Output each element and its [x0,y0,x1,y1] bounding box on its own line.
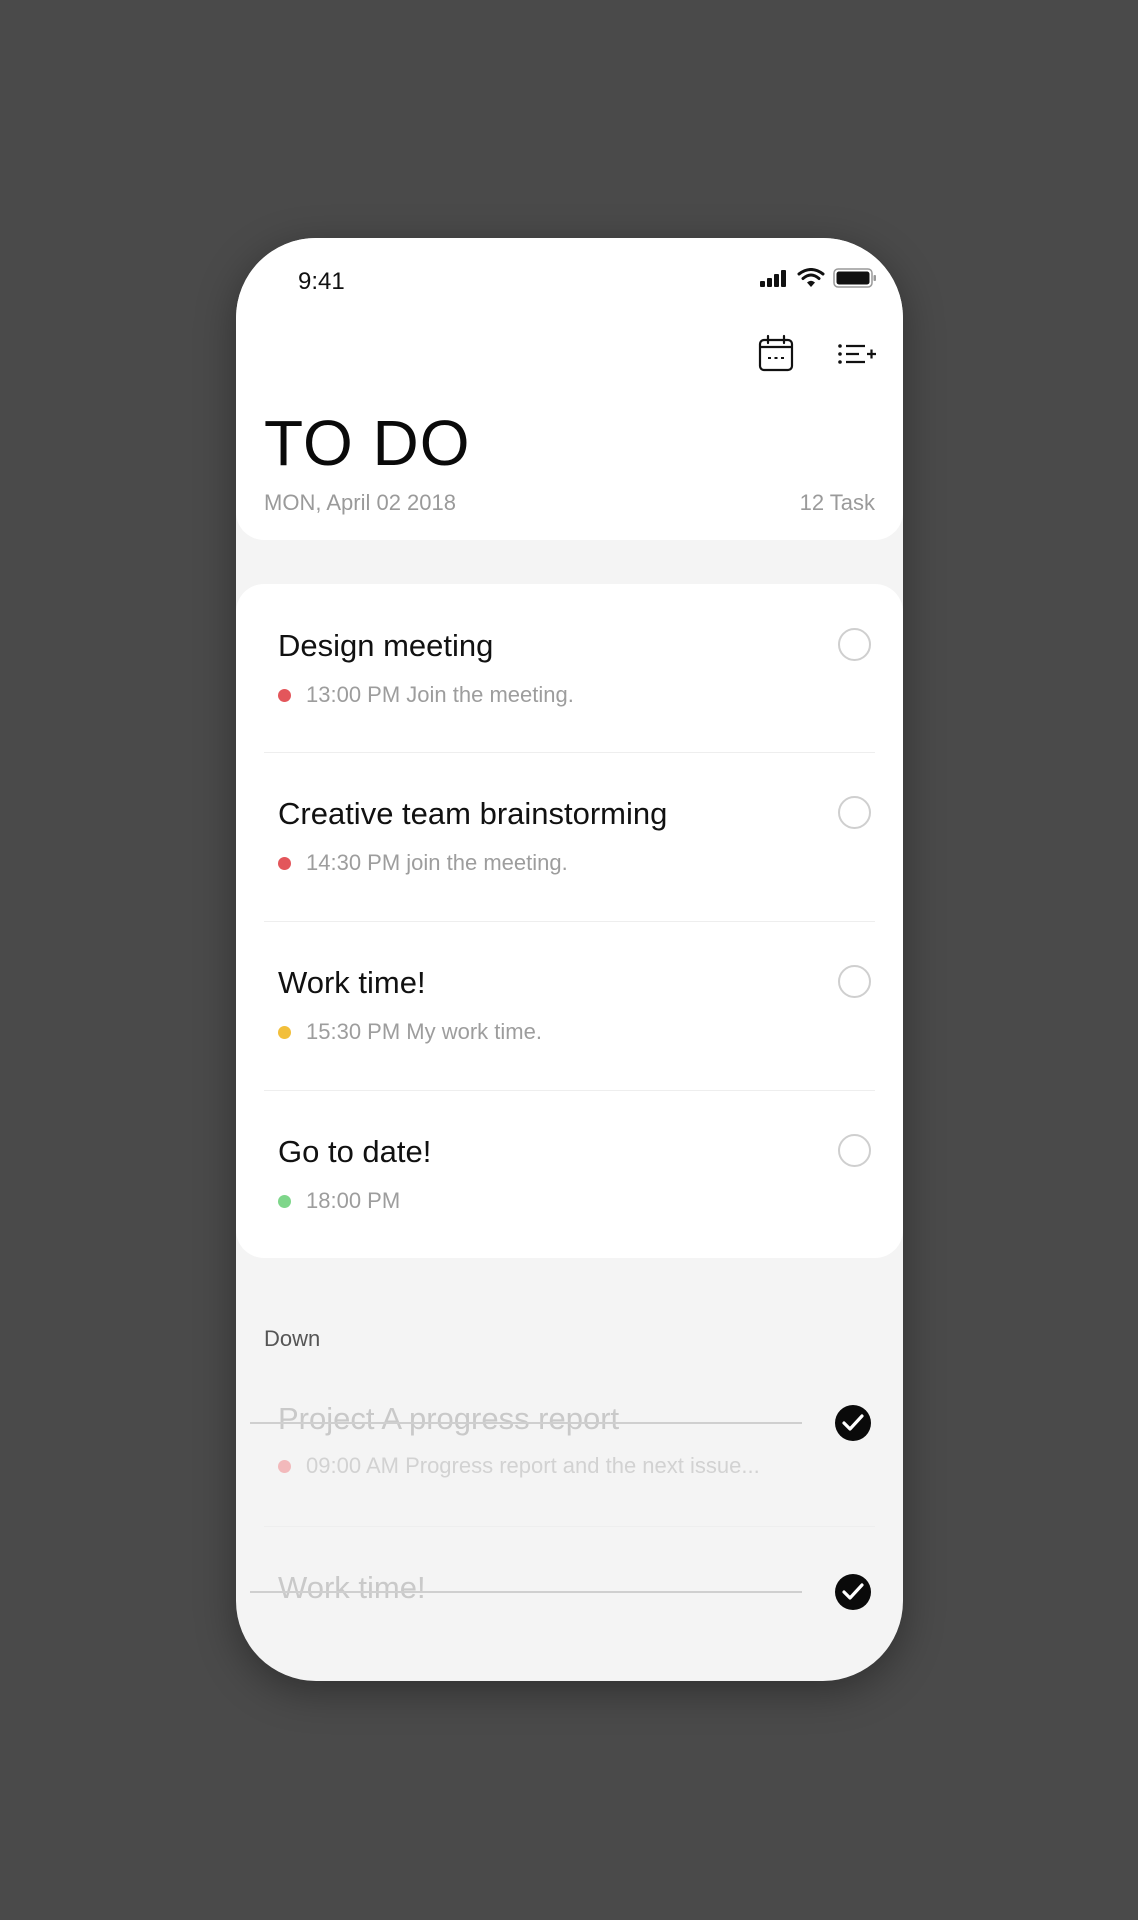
status-icons [759,268,877,288]
checked-icon[interactable] [835,1405,871,1441]
wifi-icon [797,268,825,287]
strikethrough-line [250,1591,802,1593]
done-task-item[interactable]: Work time! [250,1534,875,1681]
add-list-icon[interactable] [837,334,877,374]
done-task-item[interactable]: Project A progress report 09:00 AM Progr… [250,1365,875,1533]
task-subtitle-text: 15:30 PM My work time. [306,1019,542,1044]
task-title: Design meeting [278,628,494,663]
priority-dot [278,1459,291,1473]
priority-dot [278,1194,291,1208]
task-subtitle-text: 14:30 PM join the meeting. [306,850,568,875]
done-task-subtitle-text: 09:00 AM Progress report and the next is… [306,1453,760,1478]
task-checkbox[interactable] [838,965,871,998]
task-title: Work time! [278,965,426,1000]
done-section-label: Down [264,1326,321,1351]
done-task-subtitle: 09:00 AM Progress report and the next is… [278,1453,760,1479]
priority-dot [278,856,291,870]
task-count: 12 Task [799,490,875,515]
task-item[interactable]: Work time! 15:30 PM My work time. [264,921,875,1089]
tasks-card: Design meeting 13:00 PM Join the meeting… [236,584,903,1258]
calendar-icon[interactable] [756,334,796,374]
task-subtitle: 18:00 PM [278,1188,400,1214]
task-subtitle: 15:30 PM My work time. [278,1019,542,1045]
task-subtitle: 13:00 PM Join the meeting. [278,682,574,708]
task-item[interactable]: Go to date! 18:00 PM [264,1090,875,1258]
priority-dot [278,1025,291,1039]
task-title: Go to date! [278,1134,432,1169]
checked-icon[interactable] [835,1574,871,1610]
done-task-title: Work time! [278,1570,426,1605]
header-panel: 9:41 TO DO MON, April 02 2018 12 Task [236,238,903,540]
divider [264,1526,875,1527]
phone-screen: 9:41 TO DO MON, April 02 2018 12 Task De… [236,238,903,1681]
status-time: 9:41 [298,268,345,295]
task-checkbox[interactable] [838,628,871,661]
done-task-title: Project A progress report [278,1401,620,1436]
task-subtitle-text: 18:00 PM [306,1188,401,1213]
priority-dot [278,688,291,702]
strikethrough-line [250,1422,802,1424]
task-checkbox[interactable] [838,796,871,829]
task-item[interactable]: Creative team brainstorming 14:30 PM joi… [264,752,875,920]
battery-icon [833,268,876,288]
signal-icon [760,270,786,287]
task-subtitle: 14:30 PM join the meeting. [278,850,568,876]
page-title: TO DO [264,407,471,479]
task-item[interactable]: Design meeting 13:00 PM Join the meeting… [264,584,875,752]
header-date: MON, April 02 2018 [264,490,456,515]
task-title: Creative team brainstorming [278,796,668,831]
task-checkbox[interactable] [838,1134,871,1167]
task-subtitle-text: 13:00 PM Join the meeting. [306,682,574,707]
